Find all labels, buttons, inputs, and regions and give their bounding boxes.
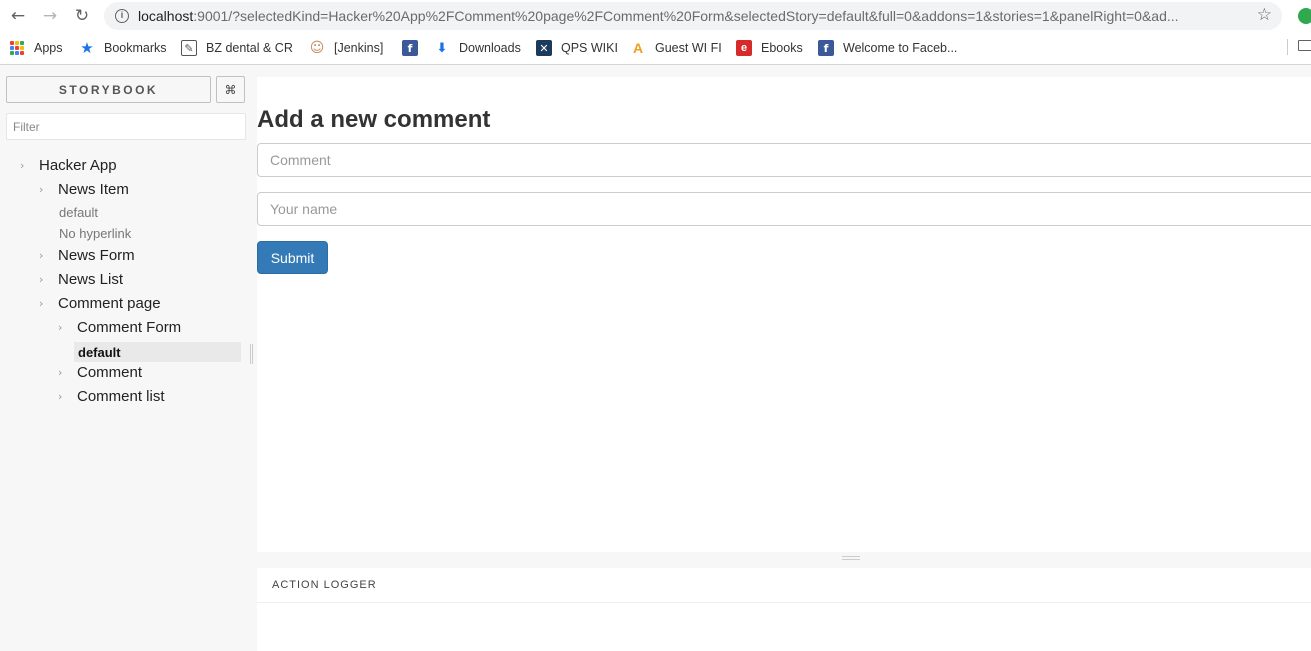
extension-icon[interactable]	[1298, 8, 1311, 24]
tree-item-label: News Form	[58, 247, 135, 264]
story-preview: Add a new comment Submit	[257, 77, 1311, 552]
url-host: localhost	[138, 8, 194, 24]
bookmark-bz-dental[interactable]: ✎ BZ dental & CR	[181, 39, 293, 57]
forward-button[interactable]: →	[38, 4, 62, 28]
bookmark-guest-wifi[interactable]: A Guest WI FI	[630, 39, 722, 57]
tree-item-comment-page[interactable]: › Comment page	[39, 295, 161, 312]
other-bookmarks-folder-icon[interactable]	[1298, 40, 1311, 51]
story-comment-form-default-selected[interactable]: default	[74, 342, 241, 362]
bookmark-facebook[interactable]: f	[402, 39, 427, 57]
chevron-right-icon: ›	[39, 249, 44, 262]
star-icon: ★	[80, 39, 94, 57]
tree-item-comment-list[interactable]: › Comment list	[58, 388, 165, 405]
apps-grid-icon	[10, 41, 24, 55]
back-button[interactable]: ←	[6, 4, 30, 28]
bookmark-label: Downloads	[459, 41, 521, 55]
tree-item-news-list[interactable]: › News List	[39, 271, 123, 288]
download-icon: ⬇	[436, 40, 448, 56]
storybook-title-button[interactable]: STORYBOOK	[6, 76, 211, 103]
bookmark-bookmarks[interactable]: ★ Bookmarks	[79, 39, 167, 57]
submit-button[interactable]: Submit	[257, 241, 328, 274]
bookmark-apps[interactable]: Apps	[10, 39, 63, 57]
sidebar-resize-handle[interactable]	[250, 344, 253, 364]
bookmarks-bar: Apps ★ Bookmarks ✎ BZ dental & CR ☺ [Jen…	[0, 32, 1311, 65]
facebook-icon: f	[402, 40, 418, 56]
chevron-right-icon: ›	[58, 390, 63, 403]
comment-input[interactable]	[257, 143, 1311, 177]
facebook-icon: f	[818, 40, 834, 56]
ebooks-icon: e	[736, 40, 752, 56]
tree-item-label: Comment page	[58, 295, 161, 312]
bookmark-label: QPS WIKI	[561, 41, 618, 55]
qps-wiki-icon: ✕	[536, 40, 552, 56]
tree-item-label: News List	[58, 271, 124, 288]
tab-action-logger[interactable]: ACTION LOGGER	[272, 579, 377, 591]
panel-resize-handle[interactable]	[842, 556, 860, 560]
addon-divider	[257, 602, 1311, 603]
browser-toolbar: ← → ↻ i localhost:9001/?selectedKind=Hac…	[0, 0, 1311, 32]
jenkins-icon: ☺	[309, 40, 325, 56]
bookmark-star-icon[interactable]: ☆	[1257, 5, 1272, 25]
bookmark-label: Apps	[34, 41, 63, 55]
tree-item-label: Comment	[77, 364, 143, 381]
site-info-icon[interactable]: i	[115, 9, 129, 23]
storybook-sidebar: STORYBOOK ⌘ › Hacker App › News Item def…	[0, 66, 252, 651]
chevron-right-icon: ›	[39, 297, 44, 310]
tree-item-label: Comment Form	[77, 319, 182, 336]
url-rest: :9001/?selectedKind=Hacker%20App%2FComme…	[193, 8, 1179, 24]
bookmark-jenkins[interactable]: ☺ [Jenkins]	[309, 39, 384, 57]
bookmark-label: Guest WI FI	[655, 41, 722, 55]
tree-item-comment[interactable]: › Comment	[58, 364, 142, 381]
story-news-item-default[interactable]: default	[59, 205, 98, 220]
reload-button[interactable]: ↻	[70, 4, 94, 28]
bookmark-ebooks[interactable]: e Ebooks	[736, 39, 803, 57]
bookmark-label: BZ dental & CR	[206, 41, 293, 55]
chevron-right-icon: ›	[39, 183, 44, 196]
tree-item-label: Hacker App	[39, 157, 117, 174]
tree-item-hacker-app[interactable]: › Hacker App	[20, 157, 117, 174]
bookmark-label: Bookmarks	[104, 41, 167, 55]
guest-wifi-icon: A	[632, 40, 644, 56]
name-input[interactable]	[257, 192, 1311, 226]
bookmark-downloads[interactable]: ⬇ Downloads	[434, 39, 521, 57]
tree-item-label: Comment list	[77, 388, 165, 405]
bz-dental-icon: ✎	[181, 40, 197, 56]
bookmark-label: Welcome to Faceb...	[843, 41, 958, 55]
tree-item-comment-form[interactable]: › Comment Form	[58, 319, 181, 336]
shortcuts-button[interactable]: ⌘	[216, 76, 245, 103]
bookmark-qps-wiki[interactable]: ✕ QPS WIKI	[536, 39, 618, 57]
tree-item-news-item[interactable]: › News Item	[39, 181, 129, 198]
story-news-item-no-hyperlink[interactable]: No hyperlink	[59, 226, 131, 241]
chevron-right-icon: ›	[58, 321, 63, 334]
chevron-right-icon: ›	[58, 366, 63, 379]
chevron-right-icon: ›	[39, 273, 44, 286]
page-title: Add a new comment	[257, 106, 491, 133]
tree-item-news-form[interactable]: › News Form	[39, 247, 135, 264]
chevron-right-icon: ›	[20, 159, 25, 172]
bookmark-label: [Jenkins]	[334, 41, 384, 55]
bookmark-welcome-facebook[interactable]: f Welcome to Faceb...	[818, 39, 957, 57]
address-bar[interactable]: i localhost:9001/?selectedKind=Hacker%20…	[104, 2, 1282, 30]
bookmarks-separator	[1287, 39, 1288, 55]
filter-input[interactable]	[6, 113, 246, 140]
addon-panel: ACTION LOGGER	[257, 568, 1311, 651]
tree-item-label: News Item	[58, 181, 129, 198]
bookmark-label: Ebooks	[761, 41, 803, 55]
